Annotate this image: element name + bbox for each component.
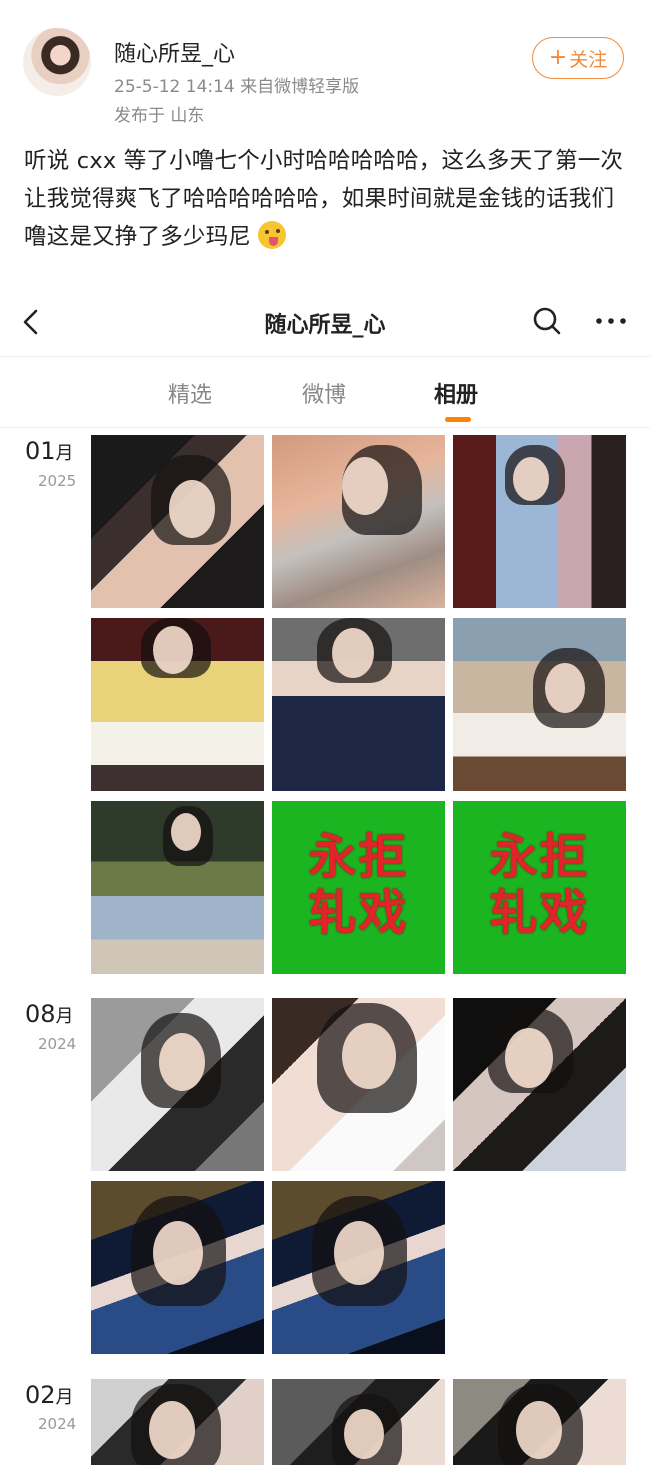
- album-photo[interactable]: [91, 618, 264, 791]
- tab-album[interactable]: 相册: [434, 377, 478, 409]
- follow-button[interactable]: + 关注: [532, 37, 624, 79]
- month-label: 08月: [25, 1000, 74, 1028]
- profile-tabs: 精选 微博 相册: [0, 357, 650, 428]
- album-photo[interactable]: [91, 801, 264, 974]
- album-photo[interactable]: [91, 1379, 264, 1465]
- search-icon[interactable]: [532, 306, 562, 336]
- weibo-post: 随心所昱_心 25-5-12 14:14 来自微博轻享版 发布于 山东 + 关注…: [0, 0, 650, 288]
- post-username[interactable]: 随心所昱_心: [114, 36, 235, 68]
- post-location: 发布于 山东: [114, 106, 205, 126]
- more-dots-icon[interactable]: [594, 306, 628, 336]
- profile-topbar: 随心所昱_心: [0, 288, 650, 357]
- tongue-out-emoji-icon: [258, 221, 287, 249]
- album-photo[interactable]: [453, 1379, 626, 1465]
- post-text-content: 听说 cxx 等了小噜七个小时哈哈哈哈哈，这么多天了第一次让我觉得爽飞了哈哈哈哈…: [24, 148, 624, 250]
- year-label: 2025: [38, 472, 77, 490]
- album-photo[interactable]: [91, 435, 264, 608]
- album-photo[interactable]: [272, 998, 445, 1171]
- plus-icon: +: [548, 45, 568, 70]
- card-text: 永拒 轧戏: [308, 829, 409, 941]
- album-photo[interactable]: [272, 1379, 445, 1465]
- active-tab-indicator: [445, 417, 471, 422]
- album-photo[interactable]: [272, 1181, 445, 1354]
- tab-weibo[interactable]: 微博: [302, 377, 346, 409]
- year-label: 2024: [38, 1415, 77, 1433]
- avatar[interactable]: [23, 28, 91, 96]
- album-photo-text-card[interactable]: 永拒 轧戏: [453, 801, 626, 974]
- post-text: 听说 cxx 等了小噜七个小时哈哈哈哈哈，这么多天了第一次让我觉得爽飞了哈哈哈哈…: [24, 142, 624, 256]
- card-text: 永拒 轧戏: [489, 829, 590, 941]
- album-photo[interactable]: [272, 435, 445, 608]
- year-label: 2024: [38, 1035, 77, 1053]
- tab-featured[interactable]: 精选: [168, 377, 212, 409]
- album-photo[interactable]: [453, 998, 626, 1171]
- month-label: 02月: [25, 1381, 74, 1409]
- album-photo[interactable]: [91, 998, 264, 1171]
- follow-label: 关注: [569, 48, 608, 71]
- album-photo-text-card[interactable]: 永拒 轧戏: [272, 801, 445, 974]
- album-photo[interactable]: [91, 1181, 264, 1354]
- month-label: 01月: [25, 437, 74, 465]
- album-photo[interactable]: [453, 618, 626, 791]
- album-photo[interactable]: [453, 435, 626, 608]
- post-meta: 25-5-12 14:14 来自微博轻享版: [114, 77, 360, 97]
- album-photo[interactable]: [272, 618, 445, 791]
